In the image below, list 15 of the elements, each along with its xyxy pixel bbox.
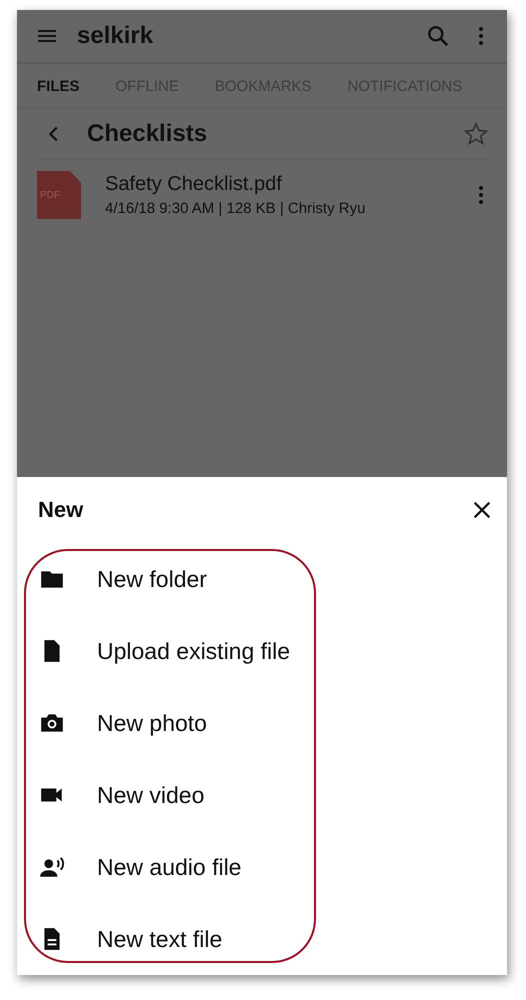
menu-item[interactable]: New text file (17, 903, 507, 975)
app-title: selkirk (77, 22, 154, 50)
menu-item[interactable]: New audio file (17, 831, 507, 903)
menu-item[interactable]: New photo (17, 687, 507, 759)
file-details: 4/16/18 9:30 AM | 128 KB | Christy Ryu (105, 200, 366, 217)
menu-item[interactable]: New folder (17, 543, 507, 615)
folder-title: Checklists (87, 120, 208, 148)
file-name: Safety Checklist.pdf (105, 173, 283, 196)
person-speaking-icon (39, 854, 65, 880)
star-icon[interactable] (463, 121, 489, 147)
menu-item[interactable]: New video (17, 759, 507, 831)
close-icon[interactable] (471, 499, 493, 521)
search-icon[interactable] (425, 23, 451, 49)
sheet-title: New (38, 497, 84, 523)
menu-item[interactable]: Upload existing file (17, 615, 507, 687)
